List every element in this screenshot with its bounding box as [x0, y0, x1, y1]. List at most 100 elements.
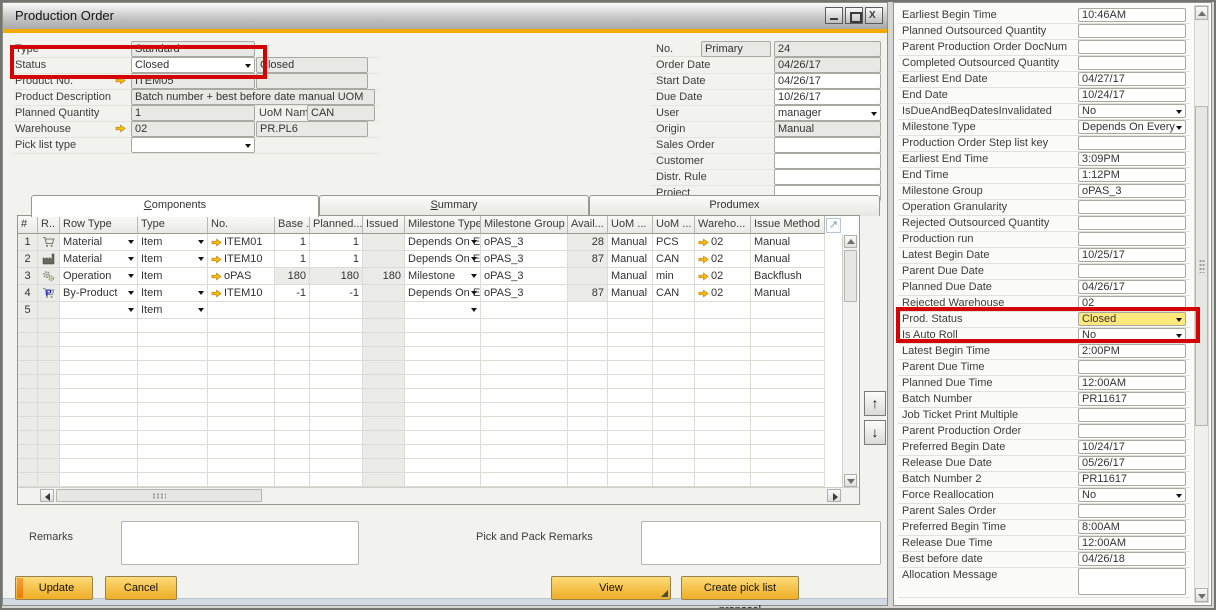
close-button[interactable]: X [865, 7, 883, 24]
cell-no[interactable] [208, 302, 275, 319]
cell-issue-method[interactable]: Manual [751, 234, 825, 251]
cell-no[interactable]: ITEM01 [208, 234, 275, 251]
column-header-planned[interactable]: Planned... [310, 216, 363, 234]
allocation-message-field[interactable] [1078, 568, 1186, 595]
cell-uom-code[interactable]: CAN [653, 251, 695, 268]
scroll-down-button[interactable] [1195, 588, 1208, 602]
cell-type[interactable]: Item [138, 268, 208, 285]
warehouse-field[interactable]: 02 [131, 121, 255, 137]
cell-uom-issue[interactable]: Manual [608, 285, 653, 302]
create-pick-list-proposal-button[interactable]: Create pick list proposal [681, 576, 799, 600]
minimize-button[interactable] [825, 7, 843, 24]
cell-uom-issue[interactable] [608, 302, 653, 319]
cell-milestone-type[interactable]: Depends On E [405, 285, 481, 302]
tab-produmex[interactable]: Produmex [589, 195, 880, 216]
milestone-type-dropdown[interactable]: Depends On Every [1078, 120, 1186, 134]
cell-issue-method[interactable]: Manual [751, 285, 825, 302]
user-dropdown[interactable]: manager [774, 105, 881, 121]
start-date-field[interactable]: 04/26/17 [774, 73, 881, 89]
link-arrow-icon[interactable] [698, 255, 709, 264]
cell-milestone-group[interactable]: oPAS_3 [481, 268, 568, 285]
parent-sales-order-field[interactable] [1078, 504, 1186, 518]
cell-row-type[interactable]: By-Product [60, 285, 138, 302]
column-header-uom[interactable]: UoM ... [653, 216, 695, 234]
cell-milestone-group[interactable] [481, 302, 568, 319]
cell-avail[interactable]: 87 [568, 251, 608, 268]
completed-outsourced-quantity-field[interactable] [1078, 56, 1186, 70]
column-header-issue-method[interactable]: Issue Method [751, 216, 825, 234]
column-header-milestone-type[interactable]: Milestone Type [405, 216, 481, 234]
cell-issue-method[interactable] [751, 302, 825, 319]
cell-uom-code[interactable]: min [653, 268, 695, 285]
expand-grid-icon[interactable] [826, 218, 841, 233]
cell-warehouse[interactable] [695, 302, 751, 319]
planned-quantity-field[interactable]: 1 [131, 105, 255, 121]
is-auto-roll-dropdown[interactable]: No [1078, 328, 1186, 342]
grid-vertical-scrollbar[interactable] [842, 235, 858, 487]
preferred-begin-time-field[interactable]: 8:00AM [1078, 520, 1186, 534]
release-due-time-field[interactable]: 12:00AM [1078, 536, 1186, 550]
cell-planned[interactable] [310, 302, 363, 319]
cell-type[interactable]: Item [138, 234, 208, 251]
cell-row-type[interactable]: Operation [60, 268, 138, 285]
cell-base[interactable]: 1 [275, 234, 310, 251]
cell-type[interactable]: Item [138, 302, 208, 319]
cell-warehouse[interactable]: 02 [695, 285, 751, 302]
parent-due-date-field[interactable] [1078, 264, 1186, 278]
cancel-button[interactable]: Cancel [105, 576, 177, 600]
rejected-warehouse-field[interactable]: 02 [1078, 296, 1186, 310]
prod-status-dropdown[interactable]: Closed [1078, 312, 1186, 326]
force-reallocation-dropdown[interactable]: No [1078, 488, 1186, 502]
end-date-field[interactable]: 10/24/17 [1078, 88, 1186, 102]
column-header-row-type[interactable]: Row Type [60, 216, 138, 234]
earliest-end-date-field[interactable]: 04/27/17 [1078, 72, 1186, 86]
planned-due-time-field[interactable]: 12:00AM [1078, 376, 1186, 390]
cell-milestone-type[interactable] [405, 302, 481, 319]
milestone-group-field[interactable]: oPAS_3 [1078, 184, 1186, 198]
pick-list-type-dropdown[interactable] [131, 137, 255, 153]
sales-order-field[interactable] [774, 137, 881, 153]
cell-warehouse[interactable]: 02 [695, 234, 751, 251]
parent-production-order-docnum-field[interactable] [1078, 40, 1186, 54]
scroll-down-button[interactable] [844, 474, 857, 487]
link-arrow-icon[interactable] [211, 238, 222, 247]
latest-begin-date-field[interactable]: 10/25/17 [1078, 248, 1186, 262]
cell-milestone-type[interactable]: Depends On E [405, 234, 481, 251]
earliest-end-time-field[interactable]: 3:09PM [1078, 152, 1186, 166]
cell-type[interactable]: Item [138, 285, 208, 302]
scrollbar-thumb[interactable] [1195, 106, 1208, 426]
customer-field[interactable] [774, 153, 881, 169]
move-row-down-button[interactable] [864, 420, 886, 445]
cell-avail[interactable]: 87 [568, 285, 608, 302]
link-arrow-icon[interactable] [211, 289, 222, 298]
link-arrow-icon[interactable] [115, 124, 126, 133]
cell-uom-code[interactable] [653, 302, 695, 319]
scroll-up-button[interactable] [1195, 6, 1208, 20]
column-header-blank[interactable]: # [18, 216, 38, 234]
pick-pack-remarks-textarea[interactable] [641, 521, 881, 565]
preferred-begin-date-field[interactable]: 10/24/17 [1078, 440, 1186, 454]
cell-warehouse[interactable]: 02 [695, 268, 751, 285]
grid-horizontal-scrollbar[interactable] [18, 487, 859, 504]
scrollbar-thumb[interactable] [844, 250, 857, 302]
cell-uom-issue[interactable]: Manual [608, 251, 653, 268]
parent-production-order-field[interactable] [1078, 424, 1186, 438]
cell-planned[interactable]: -1 [310, 285, 363, 302]
cell-avail[interactable] [568, 302, 608, 319]
cell-row-type[interactable]: Material [60, 251, 138, 268]
tab-summary[interactable]: Summary [319, 195, 589, 216]
column-header-wareho[interactable]: Wareho... [695, 216, 751, 234]
scroll-left-button[interactable] [40, 489, 54, 502]
planned-due-date-field[interactable]: 04/26/17 [1078, 280, 1186, 294]
cell-uom-code[interactable]: PCS [653, 234, 695, 251]
view-button[interactable]: View [551, 576, 671, 600]
link-arrow-icon[interactable] [698, 272, 709, 281]
link-arrow-icon[interactable] [211, 255, 222, 264]
cell-uom-code[interactable]: CAN [653, 285, 695, 302]
cell-base[interactable] [275, 302, 310, 319]
status-dropdown[interactable]: Closed [131, 57, 255, 73]
distr-rule-field[interactable] [774, 169, 881, 185]
cell-planned[interactable]: 180 [310, 268, 363, 285]
due-date-field[interactable]: 10/26/17 [774, 89, 881, 105]
link-arrow-icon[interactable] [115, 76, 126, 85]
